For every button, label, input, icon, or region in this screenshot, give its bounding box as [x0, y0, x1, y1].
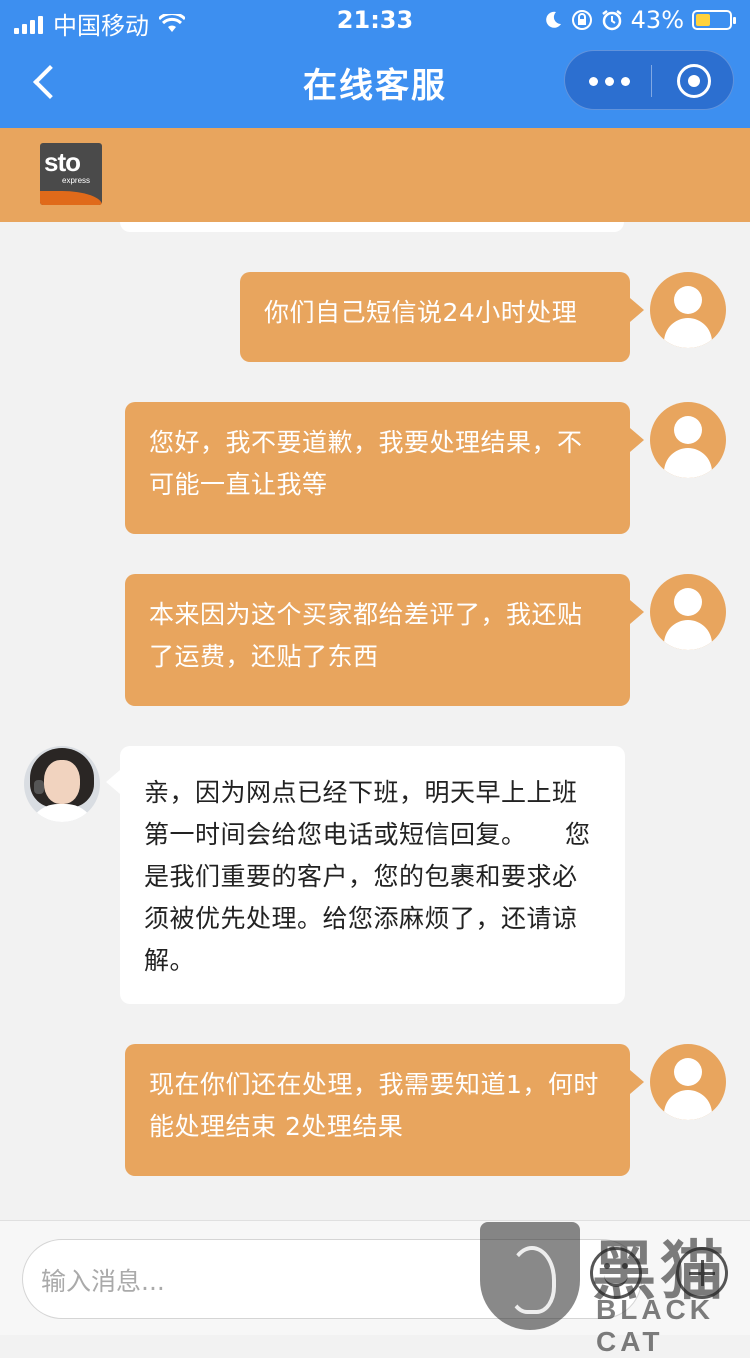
input-bar: 输入消息... [0, 1220, 750, 1335]
message-input[interactable]: 输入消息... [22, 1239, 642, 1319]
logo-subtext: express [62, 176, 91, 185]
logo-text: sto [44, 147, 81, 177]
chat-area[interactable]: 你们自己短信说24小时处理 您好，我不要道歉，我要处理结果，不可能一直让我等 本… [0, 222, 750, 1220]
more-dots-icon[interactable] [589, 77, 630, 86]
sto-logo: sto express [40, 143, 102, 205]
alarm-icon [601, 10, 622, 31]
battery-icon [692, 10, 736, 30]
brand-bar: sto express [0, 128, 750, 222]
message-text: 您好，我不要道歉，我要处理结果，不可能一直让我等 [149, 428, 583, 499]
user-message-bubble[interactable]: 现在你们还在处理，我需要知道1，何时能处理结束 2处理结果 [125, 1044, 644, 1176]
status-bar: 中国移动 21:33 43% [0, 0, 750, 40]
agent-avatar[interactable] [24, 746, 100, 822]
orientation-lock-icon [571, 10, 592, 30]
capsule-divider [651, 65, 652, 97]
user-avatar[interactable] [650, 402, 726, 478]
status-right: 43% [543, 6, 736, 34]
nav-bar: 在线客服 [0, 40, 750, 128]
user-avatar[interactable] [650, 574, 726, 650]
input-placeholder: 输入消息... [41, 1267, 165, 1296]
emoji-icon[interactable] [590, 1247, 642, 1299]
mini-program-capsule [564, 50, 734, 110]
user-message-bubble[interactable]: 您好，我不要道歉，我要处理结果，不可能一直让我等 [125, 402, 644, 534]
user-avatar[interactable] [650, 1044, 726, 1120]
user-message-bubble[interactable]: 本来因为这个买家都给差评了，我还贴了运费，还贴了东西 [125, 574, 644, 706]
message-text: 本来因为这个买家都给差评了，我还贴了运费，还贴了东西 [149, 600, 583, 671]
logo-swoosh [40, 191, 102, 205]
target-icon[interactable] [677, 64, 711, 98]
user-message-bubble[interactable]: 你们自己短信说24小时处理 [240, 272, 644, 362]
message-text: 现在你们还在处理，我需要知道1，何时能处理结束 2处理结果 [149, 1070, 599, 1141]
battery-percent: 43% [630, 6, 684, 34]
message-text: 亲，因为网点已经下班，明天早上上班第一时间会给您电话或短信回复。 您是我们重要的… [144, 778, 591, 975]
message-text: 你们自己短信说24小时处理 [264, 298, 578, 327]
moon-icon [545, 11, 561, 28]
agent-message-bubble[interactable]: 亲，因为网点已经下班，明天早上上班第一时间会给您电话或短信回复。 您是我们重要的… [106, 746, 625, 1004]
user-avatar[interactable] [650, 272, 726, 348]
plus-icon[interactable] [676, 1247, 728, 1299]
previous-message-bubble [120, 222, 624, 232]
